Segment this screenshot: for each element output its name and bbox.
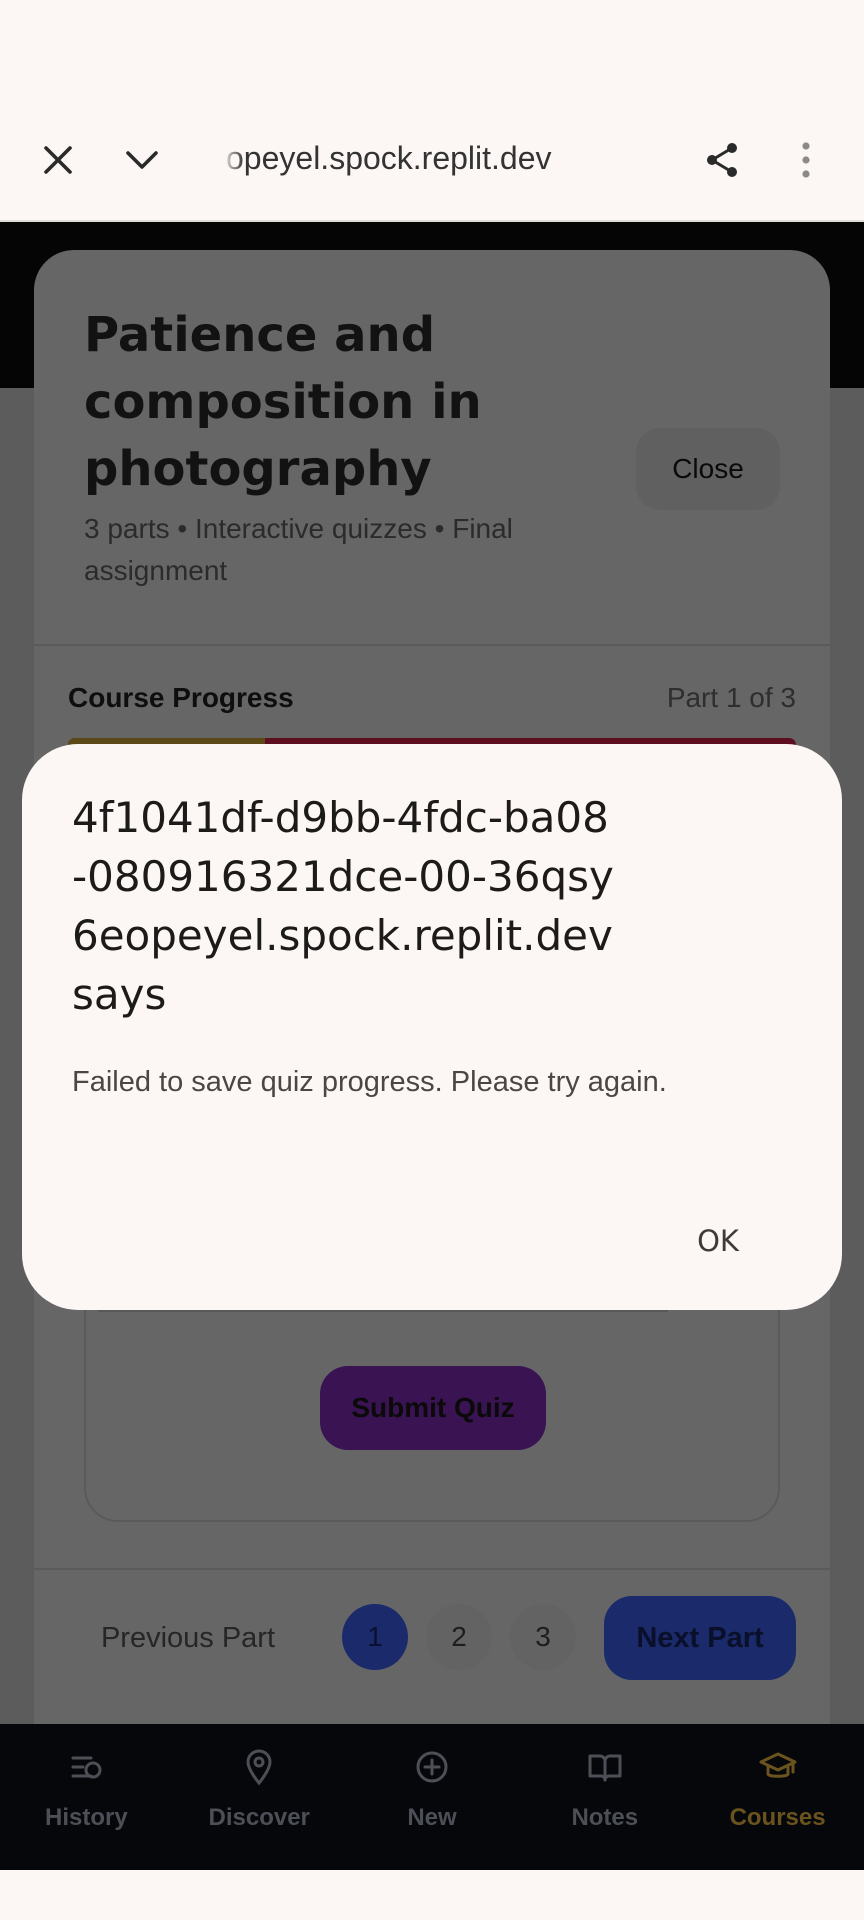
- nav-label: History: [45, 1804, 128, 1831]
- progress-part-indicator: Part 1 of 3: [666, 682, 796, 713]
- graduation-cap-icon: [759, 1752, 797, 1778]
- more-options-button[interactable]: [774, 128, 838, 192]
- divider: [34, 644, 830, 646]
- bottom-navigation: History Discover New Notes Courses: [0, 1724, 864, 1870]
- divider: [34, 1568, 830, 1570]
- url-display[interactable]: opeyel.spock.replit.dev: [226, 140, 626, 177]
- book-icon: [588, 1754, 622, 1782]
- quiz-option-edge: [98, 1310, 668, 1312]
- dialog-title-line: -080916321dce-00-36qsy: [72, 852, 614, 901]
- nav-item-notes[interactable]: Notes: [518, 1724, 691, 1870]
- dialog-title-line: 4f1041df-d9bb-4fdc-ba08: [72, 793, 609, 842]
- dialog-title-line: says: [72, 970, 167, 1019]
- alert-dialog: 4f1041df-d9bb-4fdc-ba08 -080916321dce-00…: [22, 744, 842, 1310]
- browser-toolbar: opeyel.spock.replit.dev: [0, 0, 864, 222]
- next-part-button[interactable]: Next Part: [604, 1596, 796, 1680]
- more-vert-icon: [802, 142, 810, 178]
- submit-quiz-button[interactable]: Submit Quiz: [320, 1366, 546, 1450]
- nav-label: Courses: [729, 1804, 826, 1831]
- dialog-title-line: 6eopeyel.spock.replit.dev: [72, 911, 613, 960]
- share-icon: [707, 143, 737, 177]
- course-title: Patience and composition in photography: [84, 307, 482, 497]
- part-page-1[interactable]: 1: [342, 1604, 408, 1670]
- dialog-message: Failed to save quiz progress. Please try…: [72, 1066, 667, 1098]
- previous-part-button[interactable]: Previous Part: [72, 1596, 304, 1680]
- nav-label: New: [407, 1804, 457, 1831]
- nav-item-discover[interactable]: Discover: [173, 1724, 346, 1870]
- ok-button[interactable]: OK: [662, 1200, 774, 1282]
- course-subtitle: 3 parts • Interactive quizzes • Final as…: [84, 513, 513, 586]
- nav-item-history[interactable]: History: [0, 1724, 173, 1870]
- nav-item-new[interactable]: New: [346, 1724, 519, 1870]
- nav-label: Discover: [208, 1804, 310, 1831]
- location-pin-icon: [246, 1749, 272, 1786]
- close-icon: [44, 146, 72, 174]
- nav-item-courses[interactable]: Courses: [691, 1724, 864, 1870]
- url-fade: [222, 136, 244, 180]
- system-nav-area: [0, 1870, 864, 1920]
- part-page-2[interactable]: 2: [426, 1604, 492, 1670]
- progress-label: Course Progress: [68, 682, 294, 713]
- add-circle-icon: [416, 1751, 448, 1783]
- share-button[interactable]: [690, 128, 754, 192]
- dialog-title: 4f1041df-d9bb-4fdc-ba08 -080916321dce-00…: [72, 788, 772, 1024]
- part-page-3[interactable]: 3: [510, 1604, 576, 1670]
- history-icon: [71, 1756, 102, 1779]
- minimize-browser-button[interactable]: [110, 128, 174, 192]
- close-course-button[interactable]: Close: [636, 428, 780, 510]
- nav-label: Notes: [571, 1804, 639, 1831]
- chevron-down-icon: [126, 151, 158, 169]
- close-tab-button[interactable]: [26, 128, 90, 192]
